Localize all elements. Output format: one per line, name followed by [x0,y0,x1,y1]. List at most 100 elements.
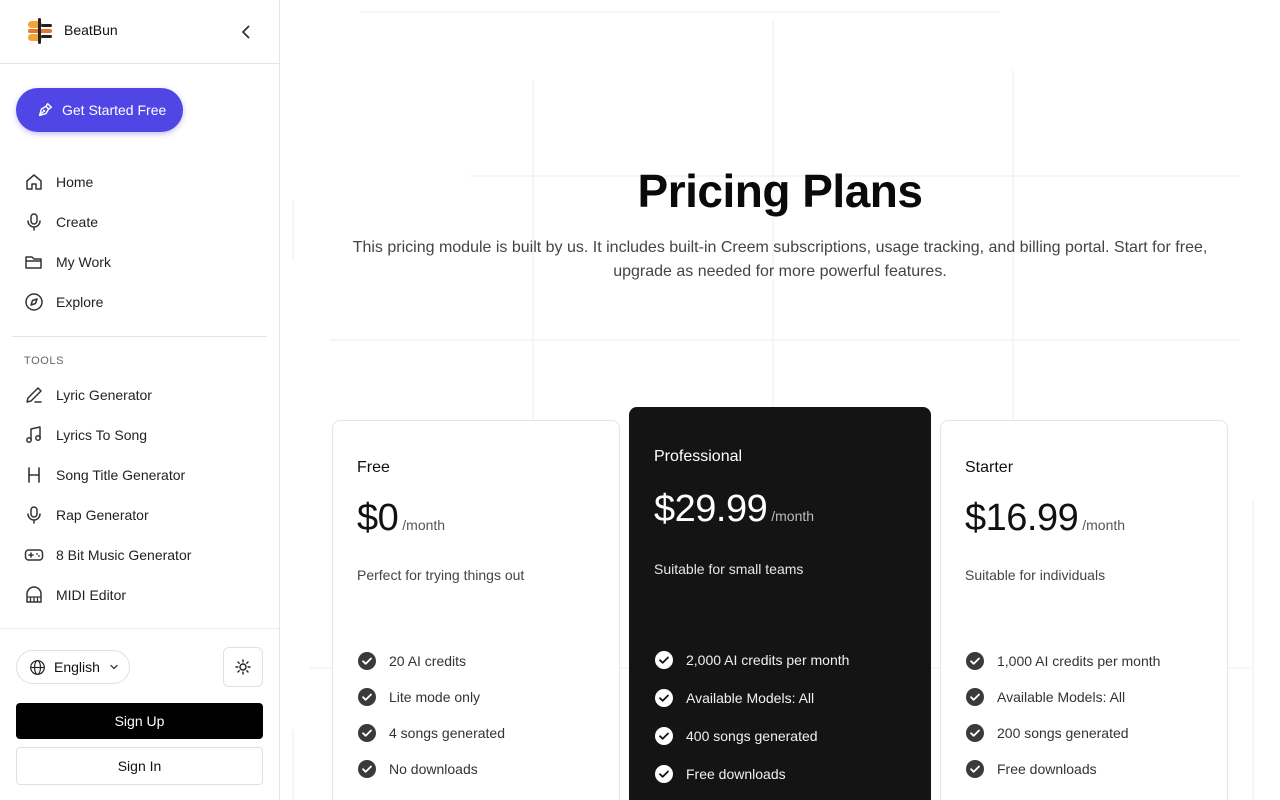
sidebar-item-label: Create [56,214,99,230]
sidebar-item-label: My Work [56,254,111,270]
sidebar-item-lyrics-to-song[interactable]: Lyrics To Song [12,417,267,453]
microphone-icon [27,506,41,524]
sidebar-item-label: 8 Bit Music Generator [56,547,192,563]
plan-feature-label: 2,000 AI credits per month [686,652,850,668]
check-circle-icon [358,688,376,706]
sidebar-item-label: Home [56,174,94,190]
app-root: BeatBun Get Started Free Home Create My … [0,0,1280,800]
plan-price-amount: $16.99 [965,497,1079,539]
check-circle-icon [655,727,673,745]
sidebar-item-my-work[interactable]: My Work [12,244,267,280]
get-started-free-label: Get Started Free [62,102,167,118]
plan-name: Starter [965,459,1014,476]
sidebar-item-midi-editor[interactable]: MIDI Editor [12,577,267,613]
sidebar-item-label: MIDI Editor [56,587,127,603]
sidebar-item-home[interactable]: Home [12,164,267,200]
plan-feature: Available Models: All [654,688,814,708]
plan-name: Free [357,459,390,476]
language-select[interactable]: English [16,650,130,684]
plan-feature: 4 songs generated [357,723,505,743]
plan-price-amount: $29.99 [654,488,768,530]
pen-icon [26,387,42,403]
plan-price-period: /month [402,517,446,533]
plan-feature-label: Free downloads [997,761,1097,777]
microphone-icon [27,213,41,231]
plan-feature: Lite mode only [357,687,480,707]
sidebar-footer: English Sign Up Sign In [0,628,279,800]
sidebar: BeatBun Get Started Free Home Create My … [0,0,280,800]
sidebar-item-song-title-generator[interactable]: Song Title Generator [12,457,267,493]
piano-icon [26,586,42,603]
plan-feature: Free downloads [654,764,786,784]
plan-feature-label: Available Models: All [997,689,1126,705]
theme-toggle-button[interactable] [223,647,263,687]
plan-description: Suitable for individuals [965,567,1106,583]
plan-card-free: Free $0/month Perfect for trying things … [332,420,620,800]
plan-feature-label: 1,000 AI credits per month [997,653,1161,669]
plan-price-period: /month [1082,517,1126,533]
check-circle-icon [966,760,984,778]
sidebar-item-8-bit-music-generator[interactable]: 8 Bit Music Generator [12,537,267,573]
check-circle-icon [358,760,376,778]
get-started-free-button[interactable]: Get Started Free [16,88,183,132]
music-note-icon [26,426,41,443]
sidebar-item-create[interactable]: Create [12,204,267,240]
plan-feature: 1,000 AI credits per month [965,651,1160,671]
pricing-title: Pricing Plans [637,165,923,217]
sidebar-item-label: Rap Generator [56,507,149,523]
sun-icon [235,659,251,675]
pen-tool-icon [38,102,53,117]
plan-feature-label: 200 songs generated [997,725,1129,741]
globe-icon [30,659,45,675]
home-icon [26,174,42,190]
plan-feature: Available Models: All [965,687,1125,707]
heading-icon [28,467,40,483]
plan-price-period: /month [771,508,815,524]
sidebar-item-label: Explore [56,294,104,310]
folder-icon [25,256,42,269]
plan-price: $16.99/month [965,497,1125,540]
check-circle-icon [358,724,376,742]
check-circle-icon [655,651,673,669]
main-content: Pricing Plans This pricing module is bui… [280,0,1280,800]
collapse-sidebar-chevron-left-icon[interactable] [236,22,256,42]
plan-name: Professional [654,448,743,465]
check-circle-icon [966,688,984,706]
sidebar-divider [12,336,267,337]
plan-feature-label: Lite mode only [389,689,481,705]
plan-price-amount: $0 [357,497,399,539]
language-label: English [54,659,100,675]
plan-description: Suitable for small teams [654,561,804,577]
plan-feature-label: 4 songs generated [389,725,505,741]
plan-description: Perfect for trying things out [357,567,525,583]
sidebar-item-label: Lyrics To Song [56,427,148,443]
sidebar-item-label: Lyric Generator [56,387,152,403]
chevron-down-icon [110,664,118,670]
tools-section-heading: TOOLS [24,355,65,367]
check-circle-icon [966,724,984,742]
plan-feature-label: Free downloads [686,766,786,782]
check-circle-icon [655,689,673,707]
sign-up-button[interactable]: Sign Up [16,703,263,739]
sidebar-item-label: Song Title Generator [56,467,186,483]
plan-feature-label: 20 AI credits [389,653,467,669]
sidebar-item-lyric-generator[interactable]: Lyric Generator [12,377,267,413]
gamepad-icon [24,549,44,561]
plan-feature: No downloads [357,759,478,779]
sidebar-item-rap-generator[interactable]: Rap Generator [12,497,267,533]
brand-name: BeatBun [64,22,118,38]
check-circle-icon [358,652,376,670]
plan-card-starter: Starter $16.99/month Suitable for indivi… [940,420,1228,800]
plan-price: $0/month [357,497,445,540]
sidebar-item-explore[interactable]: Explore [12,284,267,320]
plan-feature-label: No downloads [389,761,478,777]
plan-feature: 20 AI credits [357,651,466,671]
brand-header: BeatBun [0,0,279,64]
plan-feature: Free downloads [965,759,1097,779]
plan-feature-label: Available Models: All [686,690,815,706]
plan-feature-label: 400 songs generated [686,728,818,744]
sign-in-button[interactable]: Sign In [16,747,263,785]
pricing-subtitle: This pricing module is built by us. It i… [352,239,1208,280]
plan-price: $29.99/month [654,488,814,531]
check-circle-icon [966,652,984,670]
